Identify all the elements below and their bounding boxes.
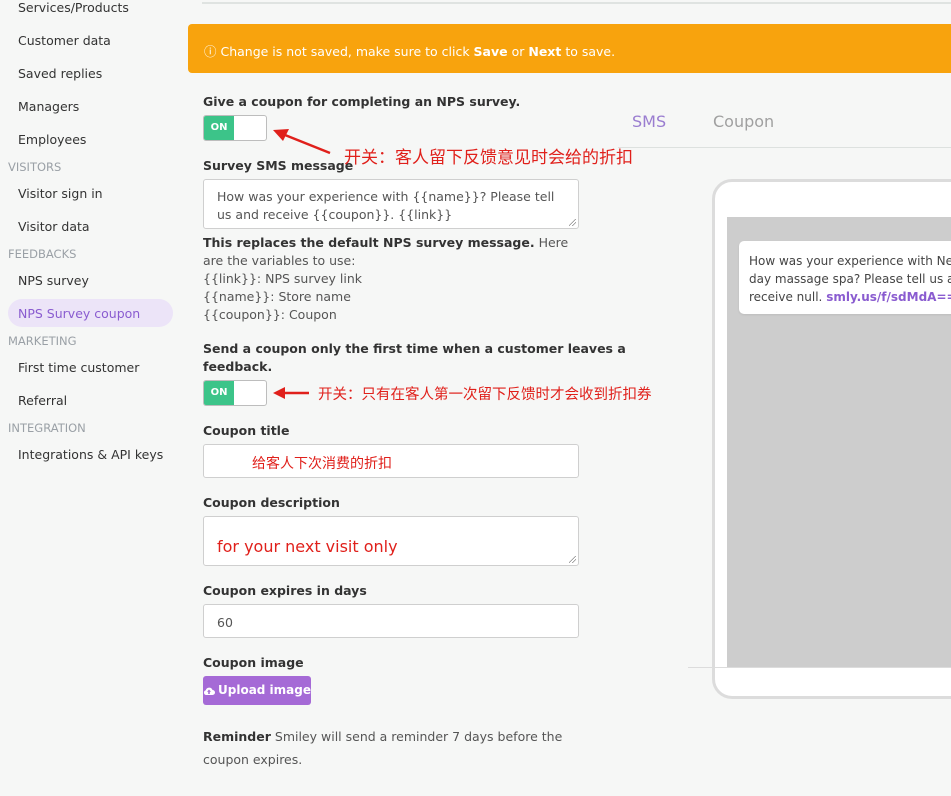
give-coupon-toggle[interactable]: ON <box>203 115 267 141</box>
message-link[interactable]: smly.us/f/sdMdA== <box>826 290 951 304</box>
coupon-description-label: Coupon description <box>203 495 340 510</box>
message-line-3: receive null. <box>749 290 827 304</box>
resize-handle[interactable] <box>569 556 576 563</box>
coupon-title-label: Coupon title <box>203 423 290 438</box>
sidebar-item-integrations-api-keys[interactable]: Integrations & API keys <box>18 447 163 462</box>
reminder-text: Reminder Smiley will send a reminder 7 d… <box>203 725 583 771</box>
message-line-2: day massage spa? Please tell us and <box>749 272 951 286</box>
give-coupon-label: Give a coupon for completing an NPS surv… <box>203 94 521 109</box>
coupon-expires-label: Coupon expires in days <box>203 583 367 598</box>
coupon-description-textarea[interactable]: for your next visit only <box>203 516 579 566</box>
sidebar-section-marketing: MARKETING <box>8 334 77 348</box>
reminder-bold: Reminder <box>203 729 271 744</box>
first-time-label-line1: Send a coupon only the first time when a… <box>203 341 626 356</box>
sidebar-item-employees[interactable]: Employees <box>18 132 86 147</box>
coupon-title-value: 给客人下次消费的折扣 <box>252 456 392 472</box>
sidebar-item-customer-data[interactable]: Customer data <box>18 33 111 48</box>
upload-image-label: Upload image <box>218 683 311 697</box>
survey-sms-value: How was your experience with {{name}}? P… <box>217 189 555 222</box>
sms-help-text: This replaces the default NPS survey mes… <box>203 234 573 324</box>
upload-image-button[interactable]: Upload image <box>203 676 311 705</box>
banner-prefix: ⓘ Change is not saved, make sure to clic… <box>204 44 474 59</box>
sidebar: Services/Products Customer data Saved re… <box>0 0 180 796</box>
sidebar-section-feedbacks: FEEDBACKS <box>8 247 77 261</box>
coupon-expires-value: 60 <box>217 615 233 630</box>
preview-base-line <box>688 667 951 668</box>
survey-sms-textarea[interactable]: How was your experience with {{name}}? P… <box>203 179 579 229</box>
top-divider <box>202 2 951 4</box>
sidebar-item-visitor-data[interactable]: Visitor data <box>18 219 90 234</box>
coupon-description-value: for your next visit only <box>217 537 398 556</box>
help-var-coupon: {{coupon}}: Coupon <box>203 307 337 322</box>
unsaved-warning-banner: ⓘ Change is not saved, make sure to clic… <box>188 24 951 73</box>
first-time-label-line2: feedback. <box>203 359 273 374</box>
sidebar-section-integration: INTEGRATION <box>8 421 86 435</box>
coupon-image-label: Coupon image <box>203 655 304 670</box>
sidebar-item-managers[interactable]: Managers <box>18 99 79 114</box>
annotation-arrow-2 <box>273 387 309 399</box>
sidebar-item-nps-survey-coupon[interactable]: NPS Survey coupon <box>18 306 140 321</box>
sms-message-bubble: How was your experience with New day mas… <box>739 241 951 314</box>
sidebar-item-first-time-customer[interactable]: First time customer <box>18 360 139 375</box>
sidebar-item-referral[interactable]: Referral <box>18 393 67 408</box>
tab-divider <box>618 147 951 148</box>
banner-save: Save <box>473 44 508 59</box>
banner-next: Next <box>528 44 562 59</box>
coupon-expires-input[interactable]: 60 <box>203 604 579 638</box>
help-bold: This replaces the default NPS survey mes… <box>203 235 535 250</box>
sidebar-item-saved-replies[interactable]: Saved replies <box>18 66 102 81</box>
sidebar-section-visitors: VISITORS <box>8 160 62 174</box>
cloud-upload-icon <box>203 678 215 707</box>
annotation-arrow-1 <box>273 129 331 155</box>
help-var-link: {{link}}: NPS survey link <box>203 271 363 286</box>
tab-coupon[interactable]: Coupon <box>713 112 774 131</box>
sidebar-item-visitor-sign-in[interactable]: Visitor sign in <box>18 186 103 201</box>
toggle-on-label: ON <box>204 381 234 405</box>
coupon-title-input[interactable]: 给客人下次消费的折扣 <box>203 444 579 478</box>
sidebar-item-services-products[interactable]: Services/Products <box>18 0 129 15</box>
help-var-name: {{name}}: Store name <box>203 289 351 304</box>
annotation-toggle2-text: 开关：只有在客人第一次留下反馈时才会收到折扣券 <box>318 387 652 403</box>
banner-suffix: to save. <box>561 44 616 59</box>
first-time-toggle[interactable]: ON <box>203 380 267 406</box>
survey-sms-label: Survey SMS message <box>203 158 354 173</box>
toggle-on-label: ON <box>204 116 234 140</box>
message-line-1: How was your experience with New <box>749 254 951 268</box>
annotation-toggle1-text: 开关：客人留下反馈意见时会给的折扣 <box>344 148 633 168</box>
banner-or: or <box>507 44 529 59</box>
resize-handle[interactable] <box>569 219 576 226</box>
tab-sms[interactable]: SMS <box>632 112 666 131</box>
sidebar-item-nps-survey[interactable]: NPS survey <box>18 273 89 288</box>
